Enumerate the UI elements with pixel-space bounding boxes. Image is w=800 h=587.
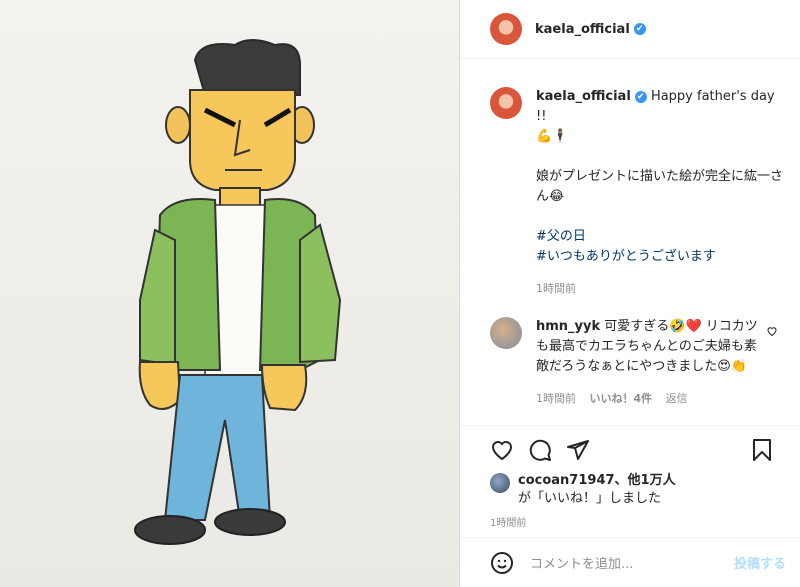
post-header: kaela_official ✔ bbox=[460, 0, 800, 59]
hashtag-link[interactable]: #父の日 bbox=[536, 229, 586, 244]
caption: kaela_official ✔ Happy father's day !! 💪🕴… bbox=[460, 59, 800, 299]
add-comment-bar: コメントを追加... 投稿する bbox=[460, 537, 800, 587]
comment-time: 1時間前 bbox=[536, 392, 576, 405]
verified-badge-icon: ✔ bbox=[633, 23, 646, 35]
header-username[interactable]: kaela_official bbox=[535, 22, 630, 37]
comment-likes[interactable]: いいね！4件 bbox=[590, 392, 653, 405]
comment: hmn_yyk 可愛すぎる🤣❤️ リコカツも最高でカエラちゃんとのご夫婦も素敵だ… bbox=[460, 317, 800, 409]
action-icons bbox=[460, 426, 800, 474]
comment-meta: 1時間前 いいね！4件 返信 bbox=[536, 389, 761, 409]
comment-input[interactable]: コメントを追加... bbox=[530, 553, 734, 572]
post-comment-button[interactable]: 投稿する bbox=[734, 553, 786, 572]
heart-icon[interactable] bbox=[490, 438, 514, 462]
caption-body: kaela_official ✔ Happy father's day !! 💪🕴… bbox=[536, 87, 786, 299]
caption-emoji: 💪🕴 bbox=[536, 129, 569, 144]
verified-badge-icon: ✔ bbox=[634, 91, 647, 103]
bookmark-icon[interactable] bbox=[750, 438, 774, 462]
comment-username[interactable]: hmn_yyk bbox=[536, 319, 600, 334]
comments-scroll[interactable]: kaela_official ✔ Happy father's day !! 💪🕴… bbox=[460, 59, 800, 425]
likes-bold[interactable]: cocoan71947、他1万人 bbox=[518, 473, 676, 488]
liker-avatar[interactable] bbox=[490, 473, 510, 493]
child-drawing bbox=[134, 39, 342, 545]
post-time: 1時間前 bbox=[490, 518, 527, 529]
smiley-icon[interactable] bbox=[490, 551, 514, 575]
likes-rest: が「いいね！」しました bbox=[518, 491, 662, 506]
caption-username[interactable]: kaela_official bbox=[536, 89, 631, 104]
share-icon[interactable] bbox=[566, 438, 590, 462]
side-panel: kaela_official ✔ kaela_official ✔ Happy f… bbox=[460, 0, 800, 587]
avatar[interactable] bbox=[490, 13, 522, 45]
post-image[interactable] bbox=[0, 0, 460, 587]
comment-icon[interactable] bbox=[528, 438, 552, 462]
reply-button[interactable]: 返信 bbox=[666, 392, 688, 405]
caption-body-text: 娘がプレゼントに描いた絵が完全に紘一さん😂 bbox=[536, 169, 784, 204]
post: kaela_official ✔ kaela_official ✔ Happy f… bbox=[0, 0, 800, 587]
comment-like-heart-icon[interactable] bbox=[766, 325, 778, 337]
caption-avatar[interactable] bbox=[490, 87, 522, 119]
comment-body: hmn_yyk 可愛すぎる🤣❤️ リコカツも最高でカエラちゃんとのご夫婦も素敵だ… bbox=[536, 317, 761, 409]
likes-summary: cocoan71947、他1万人 が「いいね！」しました bbox=[460, 472, 800, 508]
comment-avatar[interactable] bbox=[490, 317, 522, 349]
caption-time: 1時間前 bbox=[536, 282, 576, 295]
hashtag-link[interactable]: #いつもありがとうございます bbox=[536, 249, 716, 264]
action-bar: cocoan71947、他1万人 が「いいね！」しました 1時間前 bbox=[460, 425, 800, 529]
